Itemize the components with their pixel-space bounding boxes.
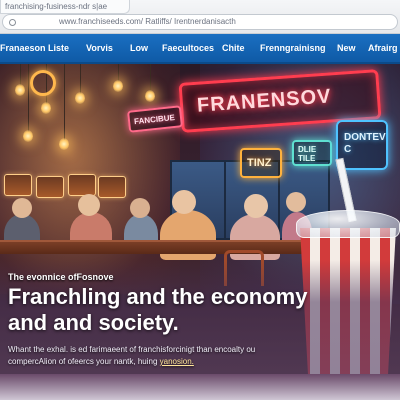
nav-item-5[interactable]: Faecultoces (162, 43, 214, 53)
neon-blue-line-1: DONTEV (344, 132, 386, 143)
neon-blue-line-2: C (344, 144, 352, 155)
nav-item-2[interactable]: Liste (48, 43, 69, 53)
neon-teal-line-2: TILE (298, 154, 316, 163)
globe-icon (9, 19, 16, 26)
patron-head (244, 194, 268, 218)
hero-kicker: The evonnice ofFosnove (8, 272, 114, 282)
nav-item-3[interactable]: Vorvis (86, 43, 113, 53)
bulb-wire (150, 64, 151, 92)
cup-lid (296, 210, 400, 238)
patron-head (12, 198, 32, 218)
excerpt-line-1: Whant the exhal. is ed farimaeent of fra… (8, 345, 256, 354)
hero-headline: Franchling and the economy and and socie… (8, 284, 308, 336)
bulb-wire (64, 64, 65, 140)
site-nav: Franaeson Liste Vorvis Low Faecultoces C… (0, 34, 400, 64)
patron-head (78, 194, 100, 216)
excerpt-line-2: compercAlion of ofeercs your nantk, huin… (8, 356, 308, 368)
bulb-wire (28, 64, 29, 132)
patron-head (286, 192, 306, 212)
bulb-wire (20, 64, 21, 86)
menu-board (68, 174, 96, 196)
light-bulb-icon (145, 90, 155, 102)
counter-table (0, 240, 320, 254)
nav-item-1[interactable]: Franaeson (0, 43, 46, 53)
menu-board (36, 176, 64, 198)
neon-sign-teal: DLIE TILE (292, 140, 332, 166)
nav-item-8[interactable]: New (337, 43, 356, 53)
nav-item-6[interactable]: Chite (222, 43, 245, 53)
nav-item-7[interactable]: Frenngrainisng (260, 43, 326, 53)
light-bulb-icon (75, 92, 85, 104)
neon-sign-tinz-text: TINZ (247, 157, 272, 169)
bulb-wire (80, 64, 81, 94)
light-bulb-icon (23, 130, 33, 142)
floor (0, 374, 400, 400)
neon-sign-small-text: FANCIBUE (133, 112, 176, 127)
headline-line-1: Franchling and the economy (8, 284, 308, 309)
headline-line-2: and and society. (8, 310, 179, 335)
window-frame (224, 162, 226, 238)
patron-head (130, 198, 150, 218)
neon-sign-tinz: TINZ (240, 148, 282, 178)
browser-toolbar: franchising-fusiness-ndr s|ae www.franch… (0, 0, 400, 34)
url-text: www.franchiseeds.com/ Ratliffs/ Irentner… (59, 17, 236, 26)
menu-board (98, 176, 126, 198)
light-bulb-icon (15, 84, 25, 96)
light-bulb-icon (41, 102, 51, 114)
browser-tab[interactable]: franchising-fusiness-ndr s|ae (0, 0, 130, 14)
patron-head (172, 190, 196, 214)
hero-excerpt: Whant the exhal. is ed farimaeent of fra… (8, 344, 308, 368)
neon-sign-teal-text: DLIE TILE (298, 145, 316, 163)
light-bulb-icon (59, 138, 69, 150)
tab-title: franchising-fusiness-ndr s|ae (5, 2, 108, 11)
nav-item-4[interactable]: Low (130, 43, 148, 53)
light-bulb-icon (113, 80, 123, 92)
neon-teal-line-1: DLIE (298, 145, 317, 154)
nav-item-9[interactable]: Afrairg (368, 43, 398, 53)
neon-sign-blue-text: DONTEV C (344, 132, 386, 156)
address-bar[interactable]: www.franchiseeds.com/ Ratliffs/ Irentner… (2, 14, 398, 30)
hero-image: FRANENSOV FANCIBUE TINZ DLIE TILE DONTEV… (0, 64, 400, 400)
neon-sign-main-text: FRANENSOV (196, 85, 333, 117)
menu-board (4, 174, 32, 196)
excerpt-line-2-text: compercAlion of ofeercs your nantk, huin… (8, 357, 160, 366)
neon-ring-sign (30, 70, 56, 96)
excerpt-link[interactable]: yanosion. (160, 357, 194, 366)
